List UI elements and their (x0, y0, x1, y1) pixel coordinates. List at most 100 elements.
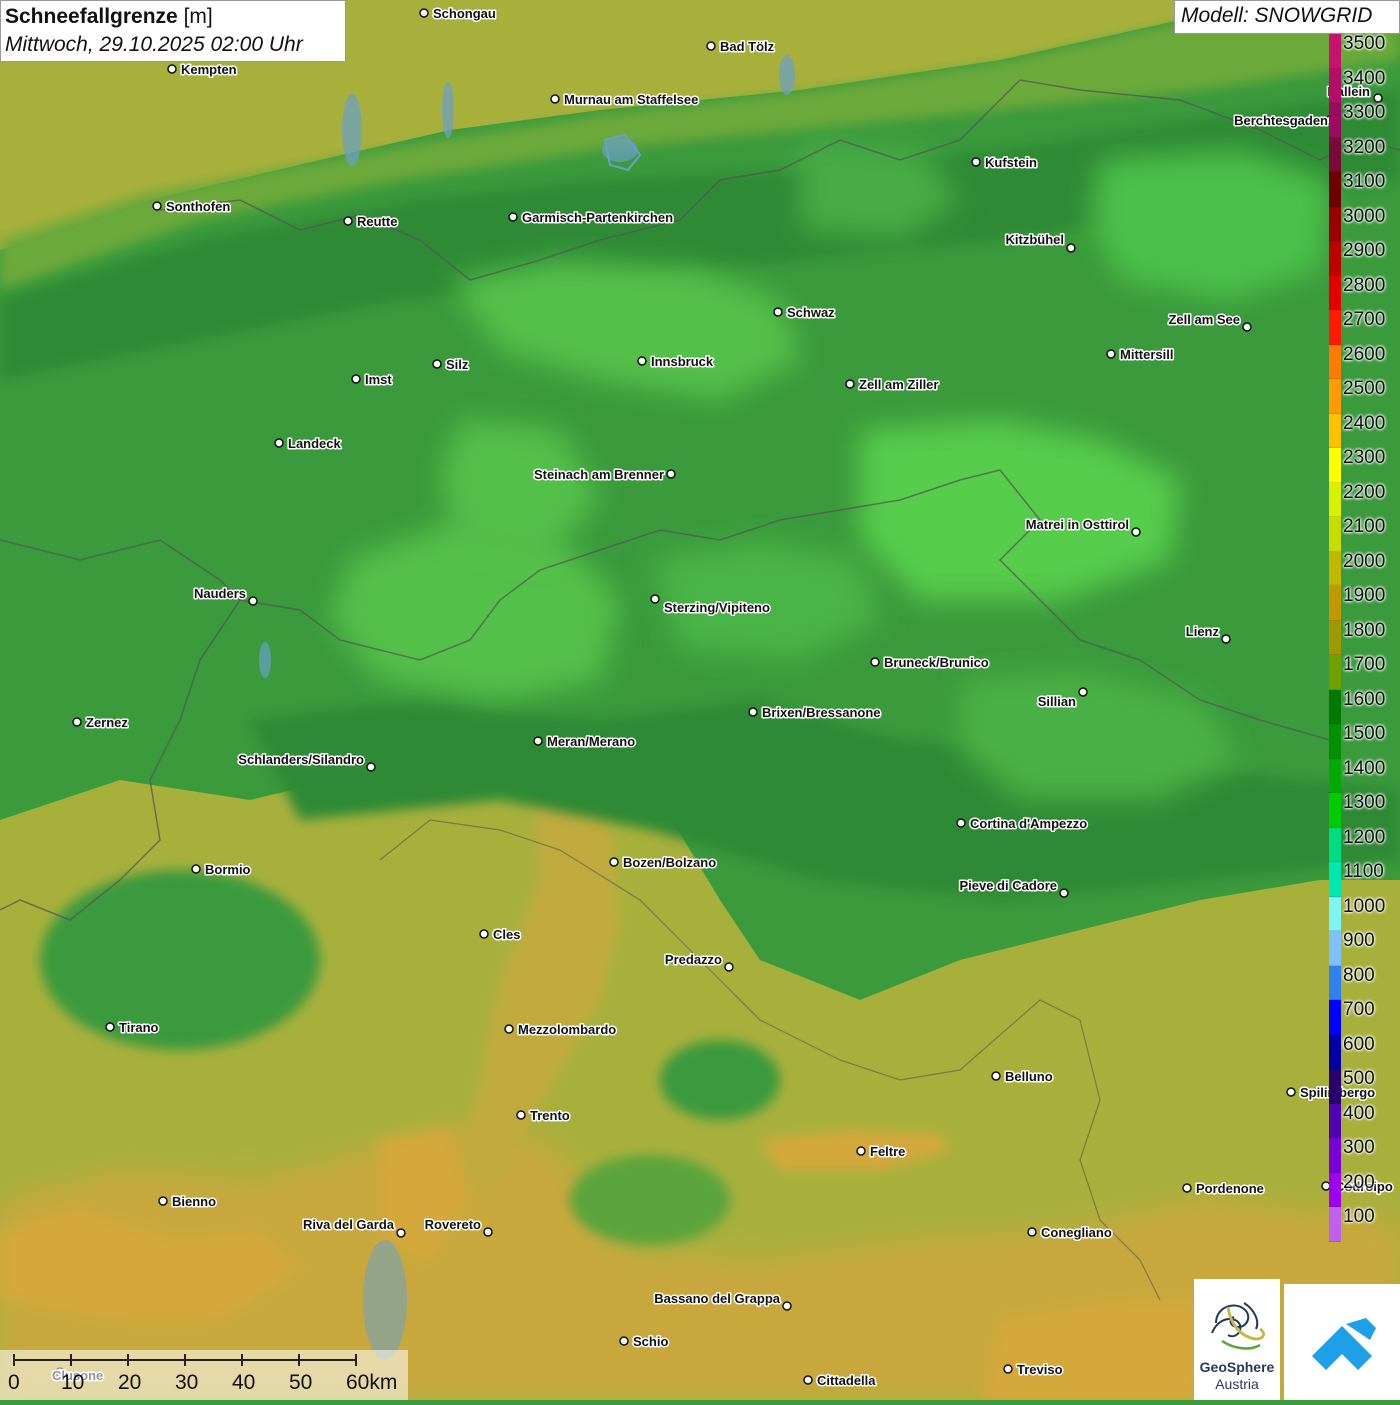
city-label: Cortina d'Ampezzo (970, 816, 1087, 831)
city-zell-am-ziller[interactable]: Zell am Ziller (845, 376, 940, 394)
city-dot (533, 736, 543, 746)
city-label: Cittadella (817, 1373, 876, 1388)
city-dot (666, 469, 676, 479)
city-dot (724, 962, 734, 972)
legend-swatch-800 (1329, 965, 1341, 1000)
lake-reschen (259, 642, 271, 678)
city-label: Pordenone (1196, 1181, 1264, 1196)
city-label: Rovereto (425, 1217, 481, 1232)
city-berchtesgaden[interactable]: Berchtesgaden (1233, 112, 1335, 130)
partner-logo[interactable] (1284, 1284, 1400, 1400)
scale-bar: 0 10 20 30 40 50 60km (0, 1350, 408, 1400)
city-label: Feltre (870, 1144, 905, 1159)
legend-swatch-1000 (1329, 896, 1341, 931)
geosphere-logo-icon (1211, 1302, 1265, 1350)
city-dot (650, 594, 660, 604)
geosphere-logo-line2: Austria (1215, 1376, 1259, 1392)
city-dot (516, 1110, 526, 1120)
city-dot (432, 359, 442, 369)
city-dot (158, 1196, 168, 1206)
legend-label-2300: 2300 (1343, 447, 1386, 468)
city-dot (637, 356, 647, 366)
city-dot (152, 201, 162, 211)
legend-label-2500: 2500 (1343, 378, 1386, 399)
legend-label-1400: 1400 (1343, 757, 1386, 779)
city-bozen-bolzano[interactable]: Bozen/Bolzano (609, 854, 718, 872)
legend-swatch-3200 (1329, 137, 1341, 172)
legend-swatch-3300 (1329, 103, 1341, 138)
city-dot (1066, 243, 1076, 253)
city-label: Berchtesgaden (1234, 113, 1328, 128)
city-label: Meran/Merano (547, 734, 635, 749)
lake-ammersee (342, 94, 362, 166)
city-label: Zell am See (1168, 312, 1240, 327)
legend-swatch-2200 (1329, 482, 1341, 517)
city-label: Trento (530, 1108, 570, 1123)
city-dot (483, 1227, 493, 1237)
city-label: Zell am Ziller (859, 377, 938, 392)
legend-label-3000: 3000 (1343, 205, 1386, 227)
city-steinach-am-brenner[interactable]: Steinach am Brenner (532, 466, 676, 484)
legend-swatch-2400 (1329, 413, 1341, 448)
field-green-patch-2 (570, 1155, 730, 1245)
city-label: Schwaz (787, 305, 835, 320)
legend-swatch-1100 (1329, 862, 1341, 897)
city-dot (366, 762, 376, 772)
legend-swatch-2700 (1329, 310, 1341, 345)
city-dot (479, 929, 489, 939)
city-garmisch-partenkirchen[interactable]: Garmisch-Partenkirchen (508, 209, 675, 227)
city-bruneck-brunico[interactable]: Bruneck/Brunico (870, 654, 990, 672)
city-label: Tirano (119, 1020, 159, 1035)
city-label: Riva del Garda (303, 1217, 395, 1232)
city-dot (856, 1146, 866, 1156)
city-dot (105, 1022, 115, 1032)
legend-swatch-700 (1329, 1000, 1341, 1035)
city-dot (1106, 349, 1116, 359)
lake-garda (363, 1240, 407, 1360)
geosphere-logo[interactable]: GeoSphere Austria (1194, 1279, 1280, 1400)
city-label: Belluno (1005, 1069, 1053, 1084)
city-label: Schlanders/Silandro (238, 752, 364, 767)
city-dot (396, 1228, 406, 1238)
lake-starnberg (442, 82, 454, 138)
legend-label-400: 400 (1343, 1102, 1375, 1124)
legend-swatch-1700 (1329, 655, 1341, 690)
snowfall-line-map[interactable]: Schongau Bad Tölz Kempten Murnau am Staffel… (0, 0, 1400, 1400)
legend-label-1000: 1000 (1343, 895, 1386, 917)
legend-swatch-200 (1329, 1172, 1341, 1207)
city-label: Innsbruck (651, 354, 714, 369)
city-dot (550, 94, 560, 104)
legend-label-2900: 2900 (1343, 240, 1386, 261)
legend-label-2100: 2100 (1343, 516, 1386, 537)
city-dot (1182, 1183, 1192, 1193)
field-green-patch-3 (660, 1040, 780, 1120)
city-label: Zernez (86, 715, 128, 730)
city-dot (773, 307, 783, 317)
city-dot (706, 41, 716, 51)
city-dot (991, 1071, 1001, 1081)
legend-label-1500: 1500 (1343, 723, 1386, 744)
city-murnau-am-staffelsee[interactable]: Murnau am Staffelsee (550, 91, 700, 109)
city-meran-merano[interactable]: Meran/Merano (533, 733, 637, 751)
scale-label: 60km (346, 1371, 398, 1394)
city-mezzolombardo[interactable]: Mezzolombardo (504, 1021, 618, 1039)
city-brixen-bressanone[interactable]: Brixen/Bressanone (748, 704, 882, 722)
city-pordenone[interactable]: Pordenone (1182, 1180, 1265, 1198)
city-dot (1221, 634, 1231, 644)
legend-label-2800: 2800 (1343, 274, 1386, 296)
city-conegliano[interactable]: Conegliano (1027, 1224, 1113, 1242)
city-cortina-d-ampezzo[interactable]: Cortina d'Ampezzo (956, 815, 1089, 833)
city-label: Bozen/Bolzano (623, 855, 716, 870)
city-label: Sterzing/Vipiteno (664, 600, 770, 615)
city-label: Treviso (1017, 1362, 1063, 1377)
legend-swatch-1900 (1329, 586, 1341, 621)
model-label: Modell: SNOWGRID (1174, 0, 1400, 34)
city-label: Kitzbühel (1006, 232, 1065, 247)
city-dot (508, 212, 518, 222)
city-dot (782, 1301, 792, 1311)
legend-label-1900: 1900 (1343, 585, 1386, 606)
legend-swatch-2100 (1329, 517, 1341, 552)
legend-label-300: 300 (1343, 1137, 1375, 1158)
city-dot (274, 438, 284, 448)
map-title-box: Schneefallgrenze [m] Mittwoch, 29.10.202… (0, 0, 346, 62)
